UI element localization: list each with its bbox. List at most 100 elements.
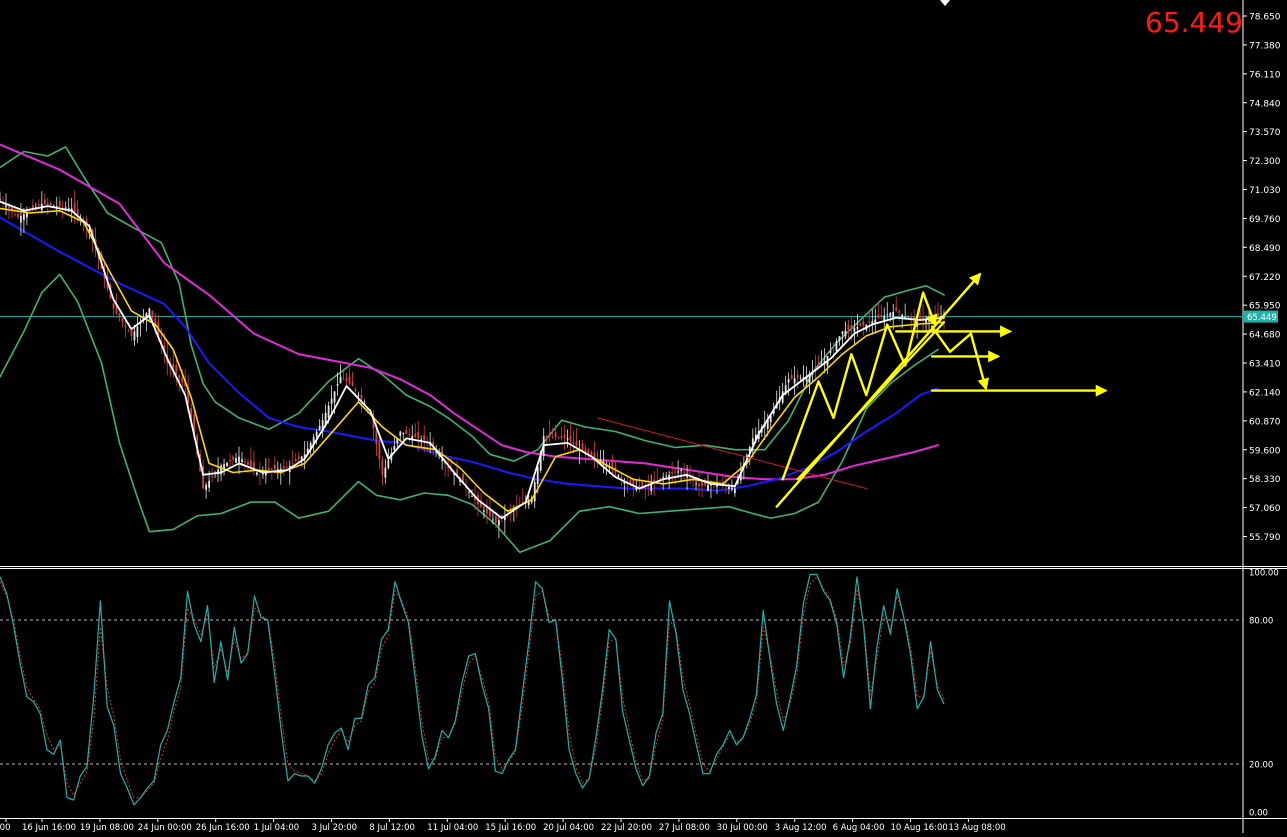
candle-body bbox=[551, 436, 554, 438]
candle-body bbox=[572, 442, 575, 444]
candle-body bbox=[548, 432, 551, 437]
time-tick-label: 14:00 bbox=[0, 823, 11, 833]
candle-body bbox=[381, 459, 384, 475]
candle-body bbox=[399, 431, 402, 436]
candle-body bbox=[235, 458, 237, 463]
candle-body bbox=[20, 215, 22, 223]
price-tick-label: 67.220 bbox=[1249, 273, 1281, 283]
candle-body bbox=[417, 431, 420, 439]
candle-body bbox=[850, 324, 853, 329]
candle-body bbox=[497, 520, 500, 526]
candle-body bbox=[620, 476, 623, 479]
time-tick-label: 6 Aug 04:00 bbox=[833, 823, 885, 833]
candle-body bbox=[387, 460, 390, 469]
candle-body bbox=[226, 462, 228, 467]
candle-body bbox=[856, 327, 859, 329]
candle-body bbox=[211, 476, 214, 478]
price-tick-label: 76.110 bbox=[1249, 70, 1281, 80]
candle-body bbox=[659, 477, 662, 479]
candle-body bbox=[698, 483, 700, 487]
candle-body bbox=[838, 336, 841, 342]
candle-body bbox=[46, 203, 49, 205]
candle-body bbox=[728, 486, 730, 490]
candle-body bbox=[423, 434, 426, 441]
candle-body bbox=[844, 330, 847, 337]
time-tick-label: 15 Jul 16:00 bbox=[485, 823, 536, 833]
candle-body bbox=[536, 466, 539, 485]
trading-chart[interactable]: 78.650 77.380 76.110 74.840 73.570 72.300 71.0… bbox=[0, 0, 1287, 833]
scroll-marker-icon bbox=[940, 0, 950, 6]
candle-body bbox=[73, 203, 76, 212]
candle-body bbox=[181, 377, 184, 383]
candle-body bbox=[360, 394, 363, 400]
stochastic-tick-label: 100.00 bbox=[1249, 569, 1279, 579]
candle-body bbox=[569, 435, 572, 442]
candle-body bbox=[232, 456, 234, 460]
candle-body bbox=[333, 391, 336, 403]
candle-body bbox=[566, 438, 569, 440]
candle-body bbox=[563, 434, 566, 439]
stochastic-tick-label: 0.00 bbox=[1249, 809, 1268, 819]
time-tick-label: 16 Jun 16:00 bbox=[22, 823, 76, 833]
candle-body bbox=[402, 432, 405, 434]
price-tick-label: 69.760 bbox=[1249, 215, 1281, 225]
time-tick-label: 8 Jul 12:00 bbox=[369, 823, 415, 833]
candle-body bbox=[130, 329, 133, 336]
candle-body bbox=[799, 377, 802, 379]
candle-body bbox=[787, 379, 790, 383]
candle-body bbox=[408, 433, 411, 435]
time-tick-label: 11 Jul 04:00 bbox=[427, 823, 478, 833]
candle-body bbox=[250, 460, 252, 468]
candle-body bbox=[545, 435, 548, 437]
candle-body bbox=[557, 437, 560, 439]
stochastic-main-line bbox=[0, 573, 945, 806]
candle-body bbox=[793, 378, 796, 384]
candle-body bbox=[560, 435, 563, 438]
candle-body bbox=[662, 477, 665, 479]
candle-body bbox=[492, 519, 494, 521]
candle-body bbox=[880, 314, 883, 317]
candle-body bbox=[17, 213, 19, 218]
stochastic-tick-label: 80.00 bbox=[1249, 617, 1273, 627]
candle-body bbox=[127, 330, 130, 332]
price-tick-label: 59.600 bbox=[1249, 446, 1281, 456]
candle-body bbox=[650, 484, 653, 492]
candle-body bbox=[701, 481, 703, 486]
candle-body bbox=[342, 379, 345, 380]
candle-body bbox=[244, 461, 246, 462]
chart-canvas[interactable]: 78.650 77.380 76.110 74.840 73.570 72.300 71.0… bbox=[0, 0, 1287, 833]
time-tick-label: 20 Jul 04:00 bbox=[543, 823, 594, 833]
candle-body bbox=[494, 516, 497, 523]
candle-body bbox=[671, 472, 674, 474]
price-tick-label: 73.570 bbox=[1249, 128, 1281, 138]
moving-average-yellow bbox=[0, 207, 945, 513]
candle-body bbox=[327, 405, 330, 418]
candle-body bbox=[695, 483, 697, 485]
candle-body bbox=[886, 314, 889, 316]
candle-body bbox=[270, 469, 273, 471]
candle-body bbox=[273, 464, 276, 470]
stochastic-tick-label: 20.00 bbox=[1249, 761, 1273, 771]
candle-body bbox=[241, 459, 243, 462]
candle-body bbox=[136, 326, 139, 337]
candle-body bbox=[468, 491, 470, 493]
candle-body bbox=[37, 204, 40, 206]
current-price-tag-text: 65.449 bbox=[1247, 313, 1277, 323]
candle-body bbox=[483, 510, 485, 512]
candle-body bbox=[554, 432, 557, 438]
candle-body bbox=[267, 467, 270, 471]
candle-body bbox=[674, 471, 677, 473]
candle-body bbox=[294, 459, 297, 462]
candle-body bbox=[796, 374, 799, 379]
candle-body bbox=[330, 398, 333, 404]
price-tick-label: 77.380 bbox=[1249, 41, 1281, 51]
candle-body bbox=[471, 496, 473, 497]
candle-body bbox=[889, 313, 892, 316]
time-tick-label: 24 Jun 00:00 bbox=[138, 823, 192, 833]
candle-body bbox=[378, 442, 381, 460]
candle-body bbox=[853, 327, 856, 332]
candle-body bbox=[617, 475, 620, 477]
candle-body bbox=[61, 206, 64, 208]
candle-body bbox=[593, 452, 596, 458]
candle-body bbox=[859, 323, 862, 327]
